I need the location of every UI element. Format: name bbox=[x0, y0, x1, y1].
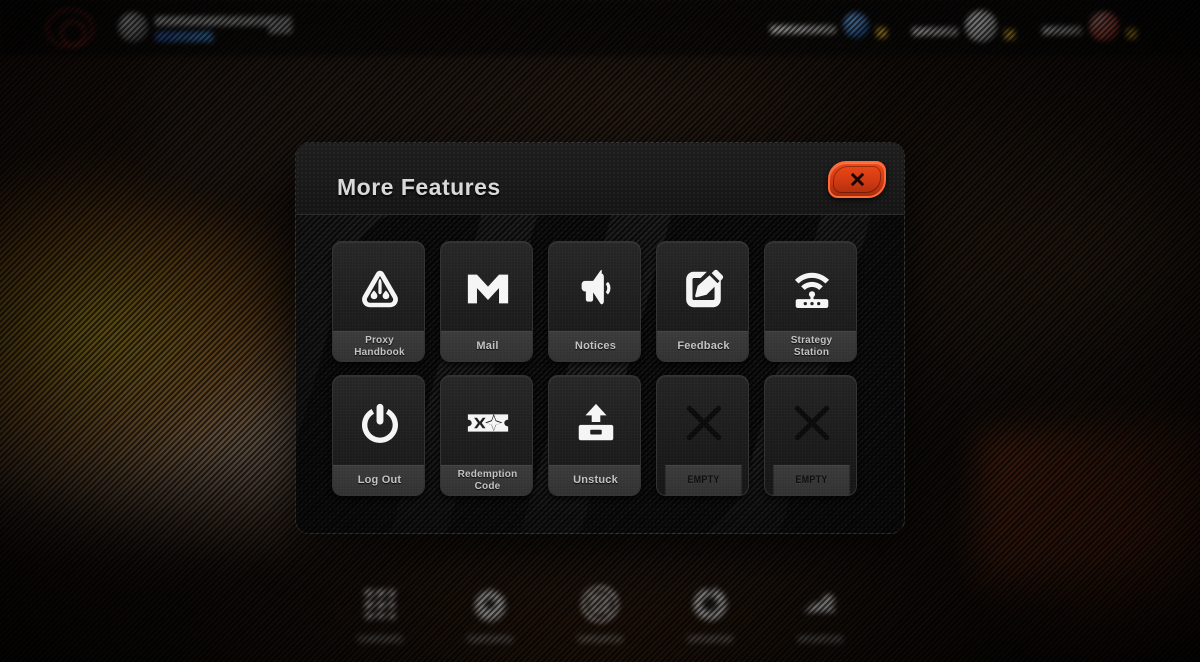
currency-counter[interactable] bbox=[770, 12, 887, 38]
nav-label bbox=[357, 635, 403, 643]
nav-item-grid[interactable] bbox=[344, 582, 416, 643]
tile-strategy-station[interactable]: Strategy Station bbox=[764, 241, 857, 362]
tile-empty-slot[interactable]: EMPTY bbox=[656, 375, 749, 496]
tile-mail[interactable]: Mail bbox=[440, 241, 533, 362]
tile-label: EMPTY bbox=[665, 465, 742, 495]
nav-label bbox=[577, 635, 623, 643]
nav-label bbox=[467, 635, 513, 643]
page-title: More Features bbox=[337, 174, 501, 200]
tile-redemption-code[interactable]: Redemption Code bbox=[440, 375, 533, 496]
cross-x-icon bbox=[765, 384, 856, 462]
edit-pencil-icon bbox=[657, 250, 748, 328]
proxy-handbook-icon bbox=[333, 250, 424, 328]
currency-counter[interactable] bbox=[912, 10, 1015, 42]
tile-label: Proxy Handbook bbox=[333, 331, 424, 361]
tile-label: Notices bbox=[549, 331, 640, 361]
game-logo-icon bbox=[46, 8, 94, 48]
wifi-router-icon bbox=[765, 250, 856, 328]
tile-label: Unstuck bbox=[549, 465, 640, 495]
nav-item-gear-alt[interactable] bbox=[674, 582, 746, 643]
nav-item-vehicle[interactable] bbox=[784, 582, 856, 643]
grid-icon bbox=[358, 582, 402, 626]
nav-label bbox=[687, 635, 733, 643]
tile-label: Strategy Station bbox=[765, 331, 856, 361]
tile-label: EMPTY bbox=[773, 465, 850, 495]
nav-item-gear[interactable] bbox=[454, 582, 526, 643]
tile-label: Redemption Code bbox=[441, 465, 532, 495]
more-features-panel: More Features Proxy Handbook Mail Notice… bbox=[295, 142, 905, 534]
features-grid: Proxy Handbook Mail Notices Feedback Str… bbox=[332, 241, 870, 496]
close-x-icon bbox=[850, 172, 864, 187]
tile-feedback[interactable]: Feedback bbox=[656, 241, 749, 362]
mail-icon bbox=[441, 250, 532, 328]
add-currency-icon[interactable] bbox=[876, 26, 887, 38]
currency-counter[interactable] bbox=[1042, 11, 1137, 41]
target-icon bbox=[578, 582, 622, 626]
tile-label: Feedback bbox=[657, 331, 748, 361]
player-name bbox=[155, 16, 273, 26]
power-icon bbox=[333, 384, 424, 462]
tile-unstuck[interactable]: Unstuck bbox=[548, 375, 641, 496]
vehicle-icon bbox=[798, 582, 842, 626]
tile-label: Log Out bbox=[333, 465, 424, 495]
close-button[interactable] bbox=[828, 161, 886, 198]
cross-x-icon bbox=[657, 384, 748, 462]
currency-icon bbox=[965, 10, 997, 42]
add-currency-icon[interactable] bbox=[1126, 28, 1137, 39]
gear-icon bbox=[468, 582, 512, 626]
nav-item-target[interactable] bbox=[564, 582, 636, 643]
tile-notices[interactable]: Notices bbox=[548, 241, 641, 362]
gear-alt-icon bbox=[688, 582, 732, 626]
player-guild-tag bbox=[155, 31, 213, 42]
tile-proxy-handbook[interactable]: Proxy Handbook bbox=[332, 241, 425, 362]
ticket-star-icon bbox=[441, 384, 532, 462]
currency-icon bbox=[1089, 11, 1119, 41]
top-hud-bar bbox=[0, 0, 1200, 56]
avatar[interactable] bbox=[118, 12, 148, 42]
tile-empty-slot[interactable]: EMPTY bbox=[764, 375, 857, 496]
megaphone-icon bbox=[549, 250, 640, 328]
tile-label: Mail bbox=[441, 331, 532, 361]
tile-log-out[interactable]: Log Out bbox=[332, 375, 425, 496]
currency-icon bbox=[843, 12, 869, 38]
nav-label bbox=[797, 635, 843, 643]
eject-upload-icon bbox=[549, 384, 640, 462]
game-screen: More Features Proxy Handbook Mail Notice… bbox=[0, 0, 1200, 662]
add-currency-icon[interactable] bbox=[1004, 28, 1015, 40]
player-level-badge bbox=[268, 16, 292, 34]
bottom-nav-bar bbox=[0, 570, 1200, 662]
background-shape bbox=[980, 430, 1200, 580]
